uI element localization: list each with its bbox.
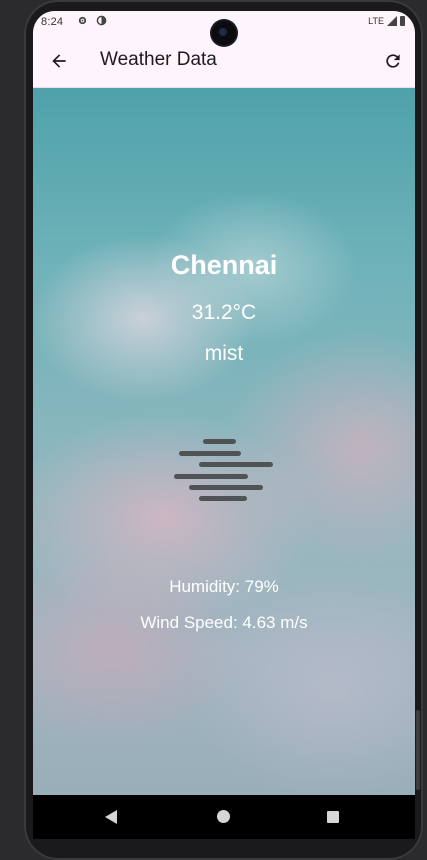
weather-description: mist	[204, 342, 244, 365]
battery-icon	[400, 16, 405, 26]
temperature: 31.2°C	[191, 301, 257, 324]
app-title: Weather Data	[100, 49, 217, 70]
refresh-icon	[386, 54, 400, 68]
phone-side-button	[416, 710, 420, 790]
front-camera	[212, 21, 236, 45]
recents-square-icon[interactable]	[327, 811, 339, 823]
status-notification-icons	[77, 15, 107, 29]
status-right-icons: LTE	[368, 16, 405, 26]
screen: 8:24 LTE Weather Data Chennai 31.2°C mis…	[33, 11, 415, 839]
system-nav-bar	[33, 795, 415, 839]
refresh-button[interactable]	[379, 47, 407, 75]
arrow-left-icon	[52, 54, 66, 68]
settings-gear-icon	[77, 15, 88, 29]
city-name: Chennai	[170, 250, 278, 280]
signal-icon	[387, 16, 397, 26]
wind-speed-text: Wind Speed: 4.63 m/s	[140, 613, 308, 632]
back-triangle-icon[interactable]	[105, 810, 117, 824]
status-time: 8:24	[41, 16, 64, 28]
network-type-label: LTE	[368, 16, 384, 26]
humidity-text: Humidity: 79%	[169, 577, 279, 596]
home-circle-icon[interactable]	[217, 810, 230, 823]
sync-icon	[96, 15, 107, 29]
back-button[interactable]	[45, 47, 73, 75]
mist-icon	[172, 439, 276, 505]
